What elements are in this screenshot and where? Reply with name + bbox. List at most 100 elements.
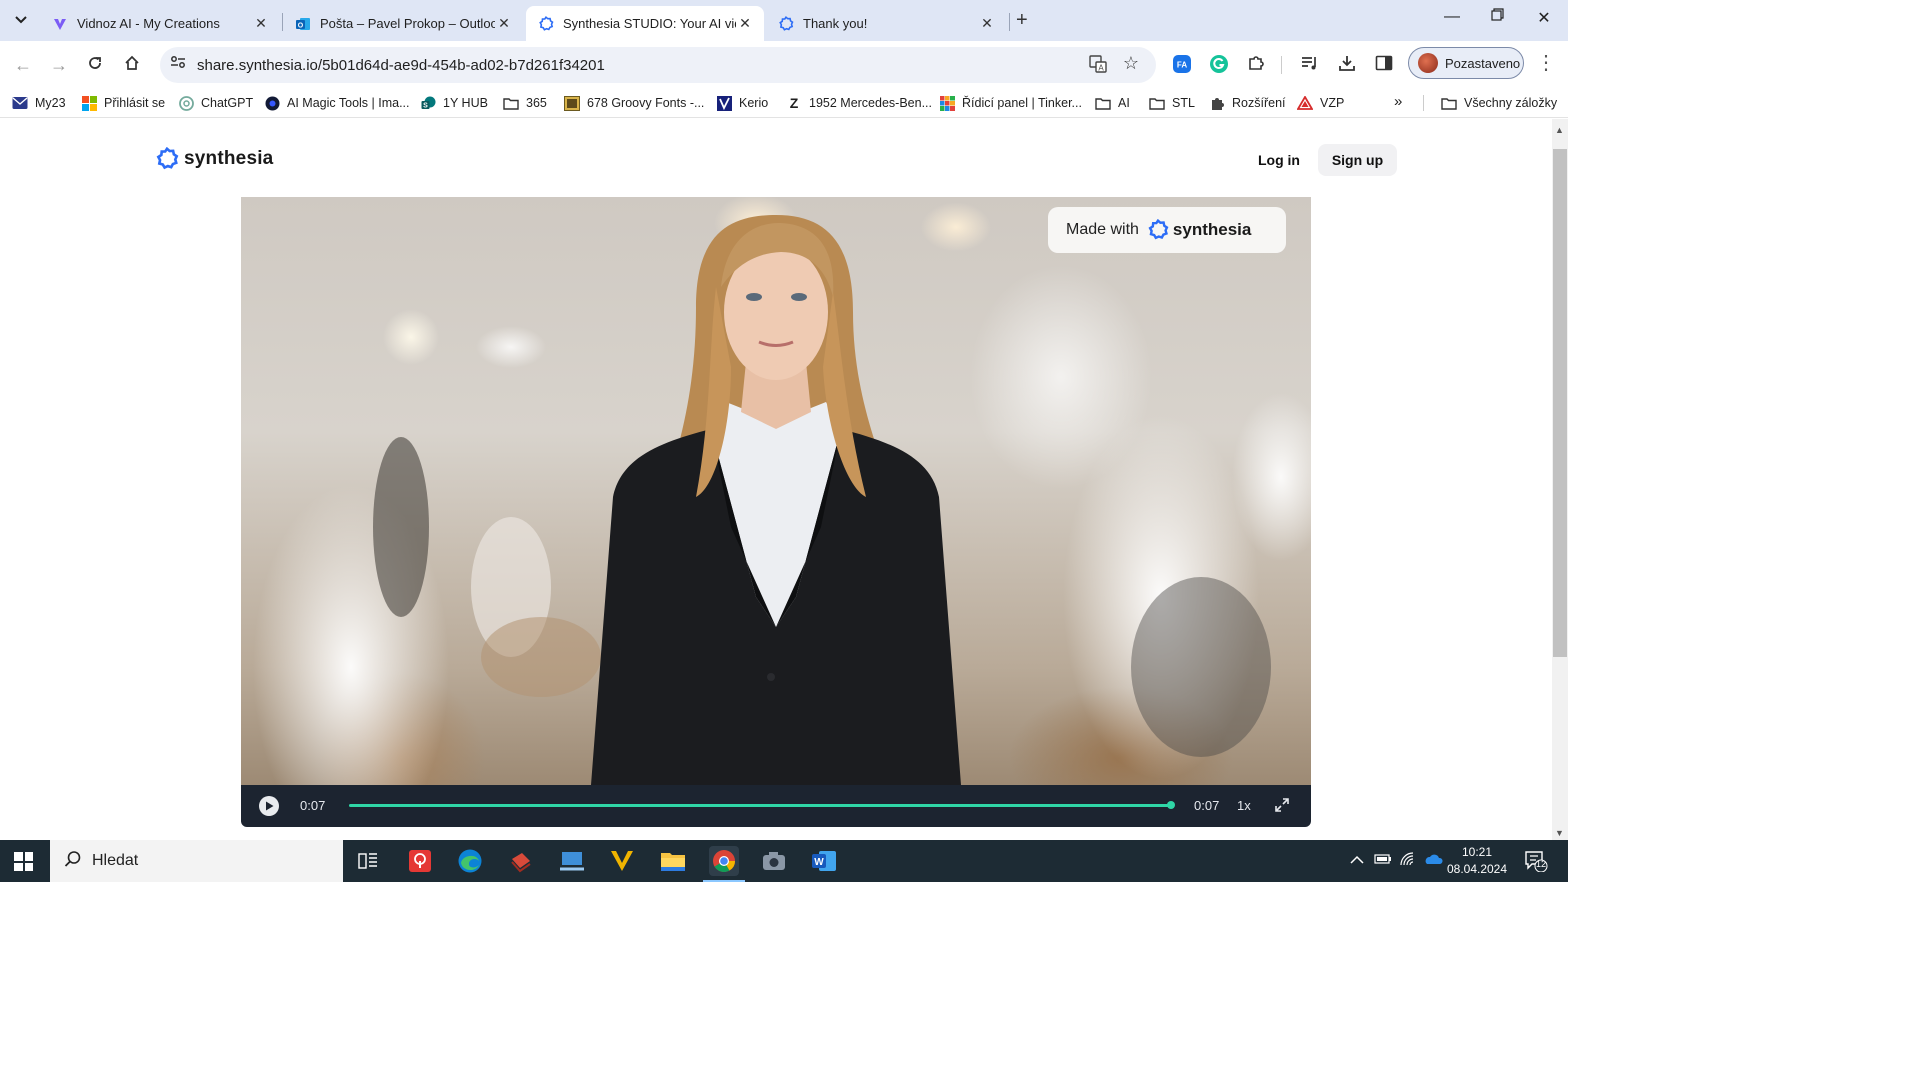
- wifi-icon[interactable]: [1399, 852, 1417, 869]
- close-icon[interactable]: ✕: [252, 15, 270, 32]
- new-tab-button[interactable]: +: [1016, 9, 1028, 32]
- tab-outlook[interactable]: O Pošta – Pavel Prokop – Outlook ✕: [283, 6, 523, 41]
- reload-button[interactable]: [84, 54, 106, 76]
- profile-button[interactable]: Pozastaveno: [1408, 47, 1524, 79]
- battery-icon[interactable]: [1374, 852, 1392, 868]
- progress-handle[interactable]: [1167, 801, 1175, 809]
- made-with-watermark[interactable]: Made with synthesia: [1048, 207, 1286, 253]
- minimize-button[interactable]: —: [1437, 8, 1467, 26]
- bookmark-label: Řídicí panel | Tinker...: [962, 96, 1082, 110]
- signup-button[interactable]: Sign up: [1318, 144, 1397, 176]
- grammarly-icon[interactable]: [1208, 54, 1230, 79]
- playback-speed-button[interactable]: 1x: [1237, 798, 1251, 813]
- current-time: 0:07: [300, 798, 326, 813]
- onedrive-icon[interactable]: [1423, 852, 1443, 868]
- taskbar-search[interactable]: Hledat: [50, 840, 343, 882]
- bookmark-ai[interactable]: AI: [1095, 95, 1130, 111]
- chevron-down-icon: [15, 16, 27, 24]
- task-view-icon[interactable]: [353, 846, 383, 876]
- video-controls: 0:07 0:07 1x: [241, 785, 1311, 827]
- avatar: [1418, 53, 1438, 73]
- site-info-icon[interactable]: [168, 55, 188, 75]
- menu-kebab-icon[interactable]: ⋮: [1535, 52, 1557, 74]
- bookmark-star-icon[interactable]: ☆: [1121, 53, 1141, 74]
- bookmark-vzp[interactable]: VZP: [1297, 95, 1344, 111]
- close-window-button[interactable]: ✕: [1529, 8, 1559, 28]
- tray-chevron-up-icon[interactable]: [1350, 852, 1364, 868]
- bookmark-365[interactable]: 365: [503, 95, 547, 111]
- sharepoint-icon: S: [420, 95, 436, 111]
- home-button[interactable]: [121, 54, 143, 76]
- tab-title: Synthesia STUDIO: Your AI video: [563, 16, 736, 31]
- clock[interactable]: 10:21 08.04.2024: [1446, 844, 1508, 878]
- tab-vidnoz[interactable]: Vidnoz AI - My Creations ✕: [40, 6, 280, 41]
- tab-synthesia[interactable]: Synthesia STUDIO: Your AI video ✕: [526, 6, 764, 41]
- tab-thank-you[interactable]: Thank you! ✕: [766, 6, 1006, 41]
- tab-strip: Vidnoz AI - My Creations ✕ O Pošta – Pav…: [0, 0, 1568, 41]
- bookmark-label: ChatGPT: [201, 96, 254, 110]
- address-bar[interactable]: share.synthesia.io/5b01d64d-ae9d-454b-ad…: [160, 47, 1156, 83]
- notification-center-button[interactable]: 12: [1524, 850, 1548, 873]
- chrome-icon[interactable]: [703, 846, 745, 882]
- bookmark-chatgpt[interactable]: ChatGPT: [178, 95, 253, 111]
- toolbar-divider: [1281, 56, 1282, 74]
- login-button[interactable]: Log in: [1246, 145, 1312, 175]
- scrollbar-thumb[interactable]: [1553, 149, 1567, 657]
- browser-toolbar: ← → share.synthesia.io/5b01d64d-ae9d-454…: [0, 41, 1568, 88]
- media-control-icon[interactable]: [1299, 54, 1321, 76]
- close-icon[interactable]: ✕: [736, 15, 754, 32]
- tab-search-button[interactable]: [8, 8, 34, 32]
- tab-divider: [1009, 13, 1010, 31]
- bookmark-my23[interactable]: My23: [12, 95, 66, 111]
- bookmark-prihlasit[interactable]: Přihlásit se: [81, 95, 165, 111]
- bookmark-mercedes[interactable]: Z 1952 Mercedes-Ben...: [786, 95, 932, 111]
- scroll-up-icon[interactable]: ▲: [1555, 125, 1564, 135]
- page-scrollbar[interactable]: ▲ ▼: [1552, 119, 1568, 840]
- side-panel-icon[interactable]: [1373, 54, 1395, 76]
- bookmark-groovy-fonts[interactable]: 678 Groovy Fonts -...: [564, 95, 704, 111]
- scroll-down-icon[interactable]: ▼: [1555, 828, 1564, 838]
- folder-icon: [1095, 95, 1111, 111]
- bookmark-ai-magic-tools[interactable]: AI Magic Tools | Ima...: [264, 95, 410, 111]
- progress-bar[interactable]: [349, 804, 1171, 807]
- search-placeholder: Hledat: [92, 852, 139, 869]
- vectorworks-icon[interactable]: [607, 846, 637, 876]
- bookmarks-overflow-button[interactable]: »: [1394, 93, 1402, 110]
- vidnoz-icon: [52, 16, 68, 32]
- synthesia-logo[interactable]: synthesia: [155, 147, 273, 171]
- forward-button[interactable]: →: [48, 54, 70, 76]
- video-frame[interactable]: Made with synthesia: [241, 197, 1311, 785]
- download-icon[interactable]: [1336, 54, 1358, 77]
- circle-logo-icon: [264, 95, 280, 111]
- close-icon[interactable]: ✕: [978, 15, 996, 32]
- remote-desktop-icon[interactable]: [557, 846, 587, 876]
- back-button[interactable]: ←: [12, 54, 34, 76]
- restore-button[interactable]: [1482, 8, 1512, 26]
- start-button[interactable]: [14, 852, 33, 871]
- bookmark-rozsireni[interactable]: Rozšíření: [1209, 95, 1286, 111]
- puzzle-icon: [1209, 95, 1225, 111]
- extensions-puzzle-icon[interactable]: [1245, 54, 1267, 77]
- translate-icon[interactable]: A: [1088, 55, 1108, 78]
- watermark-brand: synthesia: [1172, 220, 1252, 239]
- bookmark-stl[interactable]: STL: [1149, 95, 1195, 111]
- close-icon[interactable]: ✕: [495, 15, 513, 32]
- bookmark-kerio[interactable]: Kerio: [716, 95, 768, 111]
- tab-title: Vidnoz AI - My Creations: [77, 16, 220, 31]
- bookmark-1y-hub[interactable]: S 1Y HUB: [420, 95, 488, 111]
- play-button[interactable]: [259, 796, 279, 816]
- podcast-app-icon[interactable]: [405, 846, 435, 876]
- camera-icon[interactable]: [759, 846, 789, 876]
- date-text: 08.04.2024: [1446, 862, 1508, 876]
- profile-label: Pozastaveno: [1445, 55, 1521, 71]
- word-icon[interactable]: W: [809, 846, 839, 876]
- edge-icon[interactable]: [455, 846, 485, 876]
- cards-app-icon[interactable]: [506, 846, 536, 876]
- fullscreen-icon: [1275, 798, 1289, 812]
- fullscreen-button[interactable]: [1274, 797, 1290, 813]
- all-bookmarks-button[interactable]: Všechny záložky: [1441, 95, 1557, 111]
- extension-fa-icon[interactable]: FA: [1171, 54, 1193, 79]
- bookmark-tinkercad[interactable]: Řídicí panel | Tinker...: [939, 95, 1082, 111]
- file-explorer-icon[interactable]: [658, 846, 688, 876]
- windows-taskbar: Hledat W 10:21 08.04.2024 12: [0, 840, 1568, 882]
